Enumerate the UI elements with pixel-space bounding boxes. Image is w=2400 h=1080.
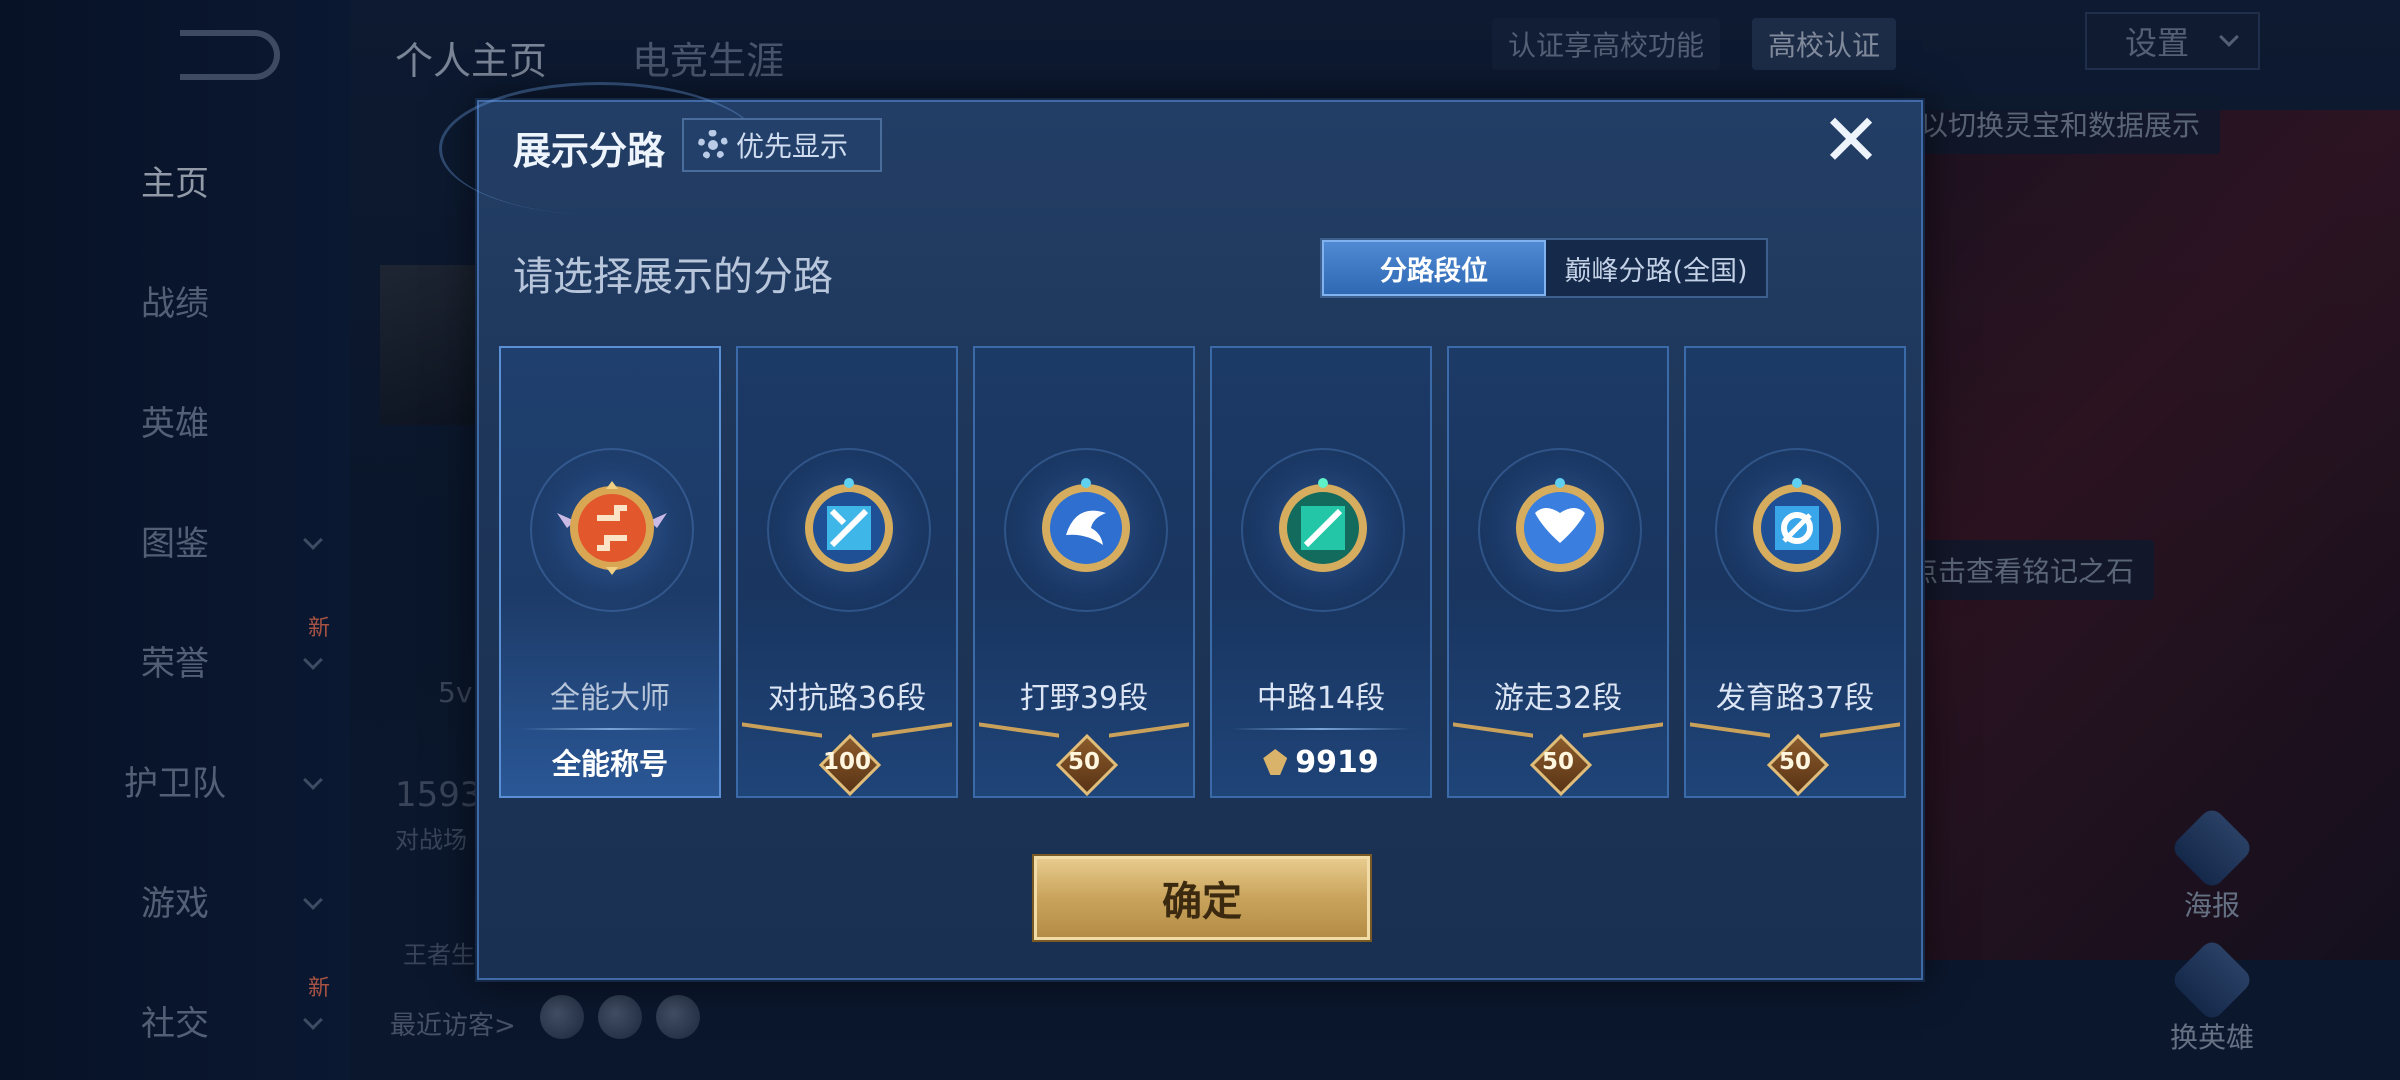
- wing-ornament: [1453, 722, 1533, 756]
- lane-card-list: 全能大师 全能称号 对抗路36段 100 打野39段 50 中路14段 9919…: [499, 346, 1906, 798]
- wing-ornament: [1690, 722, 1770, 756]
- lane-display-dialog: 展示分路 优先显示 ✕ 请选择展示的分路 分路段位 巅峰分路(全国) 全能大师 …: [439, 82, 1923, 980]
- star-count: 50: [1541, 749, 1574, 775]
- lane-name: 中路14段: [1256, 681, 1386, 716]
- star-count-badge: 50: [1527, 740, 1589, 784]
- star-count-badge: 50: [1764, 740, 1826, 784]
- star-count-badge: 50: [1053, 740, 1115, 784]
- confirm-button[interactable]: 确定: [1034, 856, 1370, 940]
- lane-name: 游走32段: [1493, 681, 1623, 716]
- priority-display-button[interactable]: 优先显示: [682, 118, 882, 172]
- lane-card-allround[interactable]: 全能大师 全能称号: [499, 346, 721, 798]
- lane-card-mid[interactable]: 中路14段 9919: [1210, 346, 1432, 798]
- divider: [521, 728, 699, 730]
- mid-lane-badge-icon: [1279, 478, 1367, 572]
- dialog-title: 展示分路: [513, 129, 666, 173]
- divider: [1232, 728, 1410, 730]
- points-icon: [1263, 749, 1288, 775]
- lane-card-footer: 全能称号: [501, 728, 719, 796]
- lane-card-farm[interactable]: 发育路37段 50: [1684, 346, 1906, 798]
- allround-master-badge-icon: [557, 481, 667, 575]
- wing-ornament: [742, 722, 822, 756]
- lane-name: 对抗路36段: [767, 681, 927, 716]
- lane-card-footer: 50: [1449, 722, 1667, 796]
- wing-ornament: [872, 722, 952, 756]
- wing-ornament: [1820, 722, 1900, 756]
- roam-badge-icon: [1516, 478, 1604, 572]
- close-icon[interactable]: ✕: [1819, 104, 1883, 176]
- lane-card-roam[interactable]: 游走32段 50: [1447, 346, 1669, 798]
- lane-name: 发育路37段: [1715, 681, 1875, 716]
- priority-display-label: 优先显示: [736, 130, 849, 163]
- wing-ornament: [1583, 722, 1663, 756]
- lane-card-jungle[interactable]: 打野39段 50: [973, 346, 1195, 798]
- lane-mode-toggle: 分路段位 巅峰分路(全国): [1320, 238, 1768, 298]
- lane-card-footer: 100: [738, 722, 956, 796]
- lane-name: 打野39段: [1019, 681, 1149, 716]
- allround-title: 全能称号: [551, 747, 668, 781]
- points-value: 9919: [1295, 744, 1379, 780]
- star-count: 100: [822, 749, 871, 775]
- star-count: 50: [1778, 749, 1811, 775]
- gear-icon: [698, 130, 728, 160]
- lane-name: 全能大师: [550, 681, 670, 716]
- jungle-badge-icon: [1042, 478, 1130, 572]
- wing-ornament: [1109, 722, 1189, 756]
- lane-card-footer: 50: [1686, 722, 1904, 796]
- star-count-badge: 100: [816, 740, 878, 784]
- peak-points: 9919: [1263, 745, 1379, 780]
- dialog-subtitle: 请选择展示的分路: [513, 254, 833, 300]
- clash-lane-badge-icon: [805, 478, 893, 572]
- farm-lane-badge-icon: [1753, 478, 1841, 572]
- tab-peak-lane[interactable]: 巅峰分路(全国): [1546, 240, 1766, 296]
- wing-ornament: [979, 722, 1059, 756]
- lane-card-footer: 50: [975, 722, 1193, 796]
- lane-card-clash[interactable]: 对抗路36段 100: [736, 346, 958, 798]
- star-count: 50: [1067, 749, 1100, 775]
- tab-lane-rank[interactable]: 分路段位: [1322, 240, 1546, 296]
- lane-card-footer: 9919: [1212, 728, 1430, 796]
